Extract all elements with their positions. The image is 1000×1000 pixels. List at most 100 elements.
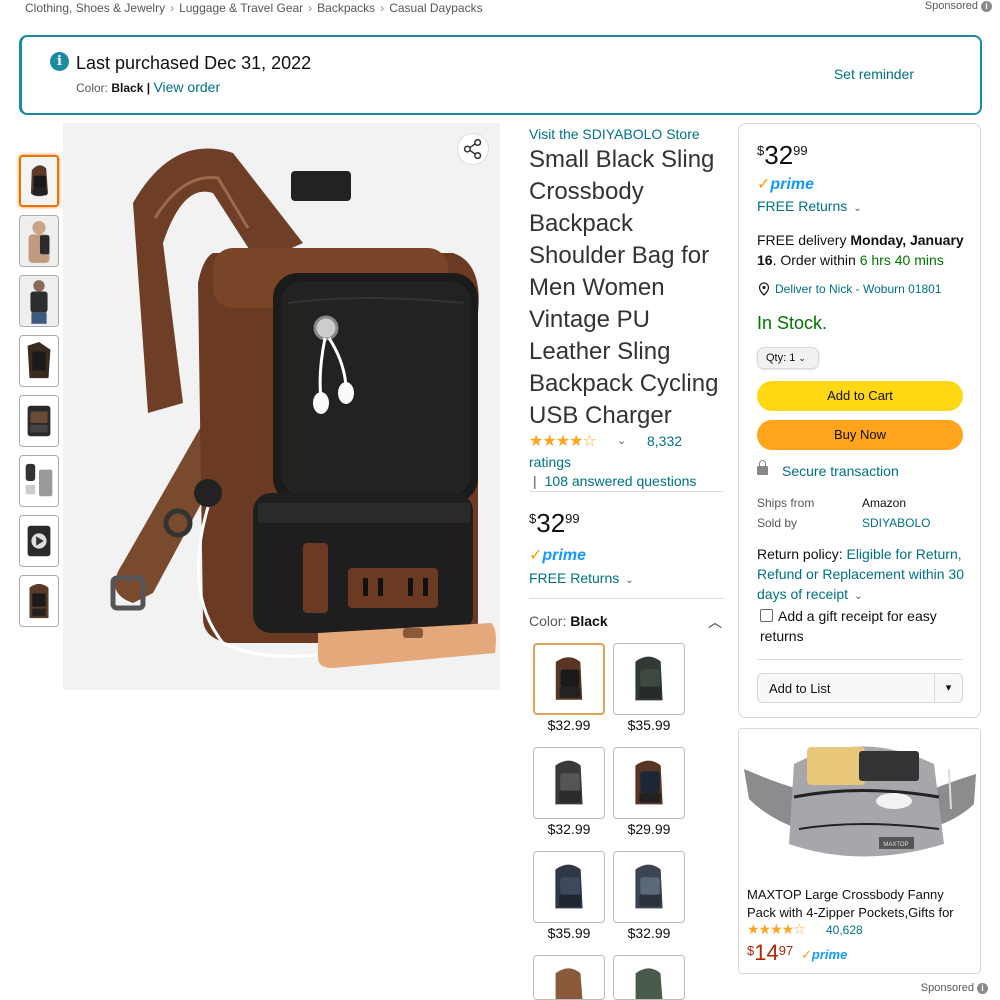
breadcrumb-item[interactable]: Luggage & Travel Gear — [179, 1, 303, 15]
divider — [529, 598, 724, 599]
free-returns-text[interactable]: FREE Returns — [529, 570, 619, 586]
chevron-up-icon[interactable]: ︿ — [708, 612, 722, 632]
ships-from-label: Ships from — [757, 496, 815, 510]
ad-product-image[interactable]: MAXTOP — [739, 729, 981, 879]
price-whole: 14 — [754, 940, 779, 965]
ships-from-value: Amazon — [862, 496, 907, 510]
gift-receipt-label[interactable]: Add a gift receipt for easy returns — [760, 608, 937, 644]
swatch-price: $32.99 — [627, 925, 671, 941]
secure-transaction-link[interactable]: Secure transaction — [757, 459, 899, 479]
gift-receipt-option[interactable]: Add a gift receipt for easy returns — [760, 606, 970, 646]
ad-price[interactable]: $1497 — [747, 940, 793, 966]
prime-badge: ✓prime — [757, 174, 814, 194]
thumbnail-8[interactable] — [19, 575, 59, 627]
thumbnail-3[interactable] — [19, 275, 59, 327]
quantity-dropdown[interactable]: Qty: 1 ⌄ — [757, 347, 819, 369]
color-swatch[interactable] — [533, 851, 605, 923]
swatch-price: $29.99 — [627, 821, 671, 837]
prime-check-icon: ✓ — [801, 947, 812, 962]
ratings-label[interactable]: ratings — [529, 454, 571, 470]
thumbnail-2[interactable] — [19, 215, 59, 267]
divider — [757, 659, 963, 660]
last-purchased-banner: i Last purchased Dec 31, 2022 Color: Bla… — [19, 35, 982, 115]
chevron-down-icon[interactable]: ⌄ — [798, 353, 806, 363]
breadcrumb-item[interactable]: Casual Daypacks — [389, 1, 482, 15]
sponsored-label: Sponsored i — [921, 982, 988, 994]
price-symbol: $ — [529, 511, 537, 526]
view-order-link[interactable]: View order — [153, 79, 220, 95]
breadcrumb-separator: › — [380, 1, 385, 15]
buy-now-button[interactable]: Buy Now — [757, 420, 963, 450]
free-returns-text[interactable]: FREE Returns — [757, 198, 847, 214]
location-pin-icon — [758, 282, 770, 296]
swatch-price: $35.99 — [627, 717, 671, 733]
ad-brand-label: MAXTOP — [883, 842, 908, 848]
last-purchased-title: Last purchased Dec 31, 2022 — [76, 53, 312, 73]
color-swatch[interactable] — [533, 747, 605, 819]
chevron-down-icon[interactable]: ⌄ — [617, 434, 626, 447]
color-label: Color: — [76, 81, 109, 95]
answered-questions-text[interactable]: 108 answered questions — [545, 473, 697, 489]
answered-questions-link[interactable]: | 108 answered questions — [533, 473, 696, 489]
chevron-down-icon[interactable]: ▾ — [934, 674, 962, 702]
price-symbol: $ — [757, 143, 765, 158]
color-swatch[interactable] — [533, 643, 605, 715]
delivery-prefix: FREE delivery — [757, 232, 851, 248]
share-button[interactable] — [457, 133, 489, 165]
free-returns-link[interactable]: FREE Returns ⌄ — [757, 198, 862, 214]
sponsored-text: Sponsored — [920, 982, 974, 994]
ad-title-link[interactable]: MAXTOP Large Crossbody Fanny Pack with 4… — [747, 886, 975, 922]
gift-receipt-checkbox[interactable] — [760, 608, 773, 622]
thumbnail-video[interactable] — [19, 515, 59, 567]
star-rating[interactable]: ★★★★☆ — [529, 431, 597, 451]
chevron-down-icon[interactable]: ⌄ — [625, 575, 633, 586]
breadcrumb-item[interactable]: Backpacks — [317, 1, 375, 15]
info-icon: i — [50, 52, 69, 71]
price-whole: 32 — [764, 140, 794, 170]
delivery-info: FREE delivery Monday, January 16. Order … — [757, 230, 972, 270]
free-returns-link[interactable]: FREE Returns ⌄ — [529, 570, 634, 586]
prime-badge: ✓prime — [801, 947, 847, 963]
last-purchased-details: Color: Black | View order — [76, 79, 220, 95]
divider — [529, 491, 724, 492]
color-selector-label: Color: Black — [529, 613, 608, 629]
color-swatch[interactable] — [533, 955, 605, 1000]
thumbnail-4[interactable] — [19, 335, 59, 387]
sold-by-link[interactable]: SDIYABOLO — [862, 516, 930, 530]
breadcrumb-separator: › — [170, 1, 175, 15]
price-fraction: 99 — [565, 511, 580, 526]
secure-transaction-text[interactable]: Secure transaction — [782, 463, 899, 479]
color-swatch[interactable] — [613, 643, 685, 715]
ratings-count-link[interactable]: 8,332 — [647, 433, 682, 449]
chevron-down-icon[interactable]: ⌄ — [854, 591, 862, 602]
info-icon[interactable]: i — [977, 982, 988, 994]
add-to-list-label[interactable]: Add to List — [769, 681, 830, 696]
thumbnail-1[interactable] — [19, 155, 59, 207]
lock-icon — [757, 459, 768, 475]
store-link[interactable]: Visit the SDIYABOLO Store — [529, 126, 700, 142]
color-swatch[interactable] — [613, 747, 685, 819]
price-fraction: 97 — [778, 943, 794, 958]
ad-ratings-count[interactable]: 40,628 — [826, 923, 863, 937]
deliver-to-text[interactable]: Deliver to Nick - Woburn 01801 — [775, 282, 942, 296]
info-icon[interactable]: i — [981, 0, 992, 12]
color-value: Black — [111, 81, 144, 95]
ad-star-rating[interactable]: ★★★★☆ — [747, 921, 806, 938]
breadcrumb-item[interactable]: Clothing, Shoes & Jewelry — [25, 1, 165, 15]
thumbnail-6[interactable] — [19, 455, 59, 507]
add-to-cart-button[interactable]: Add to Cart — [757, 381, 963, 411]
sold-by-label: Sold by — [757, 516, 798, 530]
buybox-price: $3299 — [757, 140, 808, 171]
chevron-down-icon[interactable]: ⌄ — [853, 203, 861, 214]
color-swatch[interactable] — [613, 955, 685, 1000]
color-swatch[interactable] — [613, 851, 685, 923]
breadcrumb-separator: › — [308, 1, 313, 15]
main-product-image[interactable] — [63, 123, 500, 690]
set-reminder-link[interactable]: Set reminder — [834, 66, 914, 82]
swatch-price: $35.99 — [547, 925, 591, 941]
add-to-list-button[interactable]: Add to List ▾ — [757, 673, 963, 703]
prime-badge: ✓prime — [529, 545, 586, 565]
deliver-to-link[interactable]: Deliver to Nick - Woburn 01801 — [757, 282, 942, 297]
thumbnail-5[interactable] — [19, 395, 59, 447]
quantity-value[interactable]: Qty: 1 — [766, 352, 795, 364]
